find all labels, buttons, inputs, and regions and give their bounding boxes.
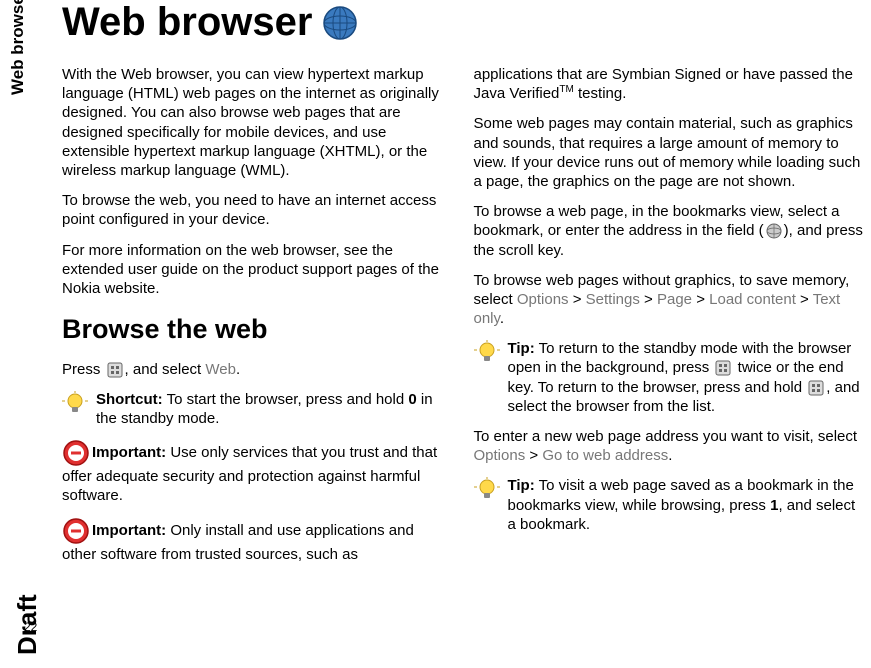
menu-key-icon — [107, 362, 123, 378]
globe-icon — [322, 5, 358, 41]
globe-small-icon — [766, 223, 782, 239]
lightbulb-icon — [474, 477, 500, 503]
page-title: Web browser — [62, 0, 312, 45]
memory-paragraph: Some web pages may contain material, suc… — [474, 114, 864, 191]
goto-address-paragraph: To enter a new web page address you want… — [474, 427, 864, 465]
content-columns: With the Web browser, you can view hyper… — [62, 65, 863, 575]
access-point-paragraph: To browse the web, you need to have an i… — [62, 191, 452, 229]
title-row: Web browser — [62, 0, 863, 45]
warning-icon — [62, 439, 90, 467]
browse-web-heading: Browse the web — [62, 312, 452, 347]
page-number: 22 — [24, 620, 37, 634]
page-content: Web browser With the Web browser, you ca… — [62, 0, 871, 668]
more-info-paragraph: For more information on the web browser,… — [62, 241, 452, 299]
left-column: With the Web browser, you can view hyper… — [62, 65, 452, 575]
shortcut-block: Shortcut: To start the browser, press an… — [62, 390, 452, 428]
menu-key-icon — [715, 360, 731, 376]
tip-bookmark-text: Tip: To visit a web page saved as a book… — [508, 476, 864, 534]
lightbulb-icon — [62, 391, 88, 417]
lightbulb-icon — [474, 340, 500, 366]
tip-standby-text: Tip: To return to the standby mode with … — [508, 339, 864, 416]
press-web-paragraph: Press , and select Web. — [62, 360, 452, 379]
intro-paragraph: With the Web browser, you can view hyper… — [62, 65, 452, 180]
symbian-signed-paragraph: applications that are Symbian Signed or … — [474, 65, 864, 103]
warning-icon — [62, 517, 90, 545]
browse-page-paragraph: To browse a web page, in the bookmarks v… — [474, 202, 864, 260]
tip-bookmark-block: Tip: To visit a web page saved as a book… — [474, 476, 864, 534]
important-1: Important: Use only services that you tr… — [62, 439, 452, 505]
shortcut-text: Shortcut: To start the browser, press an… — [96, 390, 452, 428]
text-only-paragraph: To browse web pages without graphics, to… — [474, 271, 864, 329]
menu-key-icon — [808, 380, 824, 396]
important-2: Important: Only install and use applicat… — [62, 517, 452, 564]
sidebar-section-label: Web browser — [8, 0, 28, 95]
right-column: applications that are Symbian Signed or … — [474, 65, 864, 575]
tip-standby-block: Tip: To return to the standby mode with … — [474, 339, 864, 416]
